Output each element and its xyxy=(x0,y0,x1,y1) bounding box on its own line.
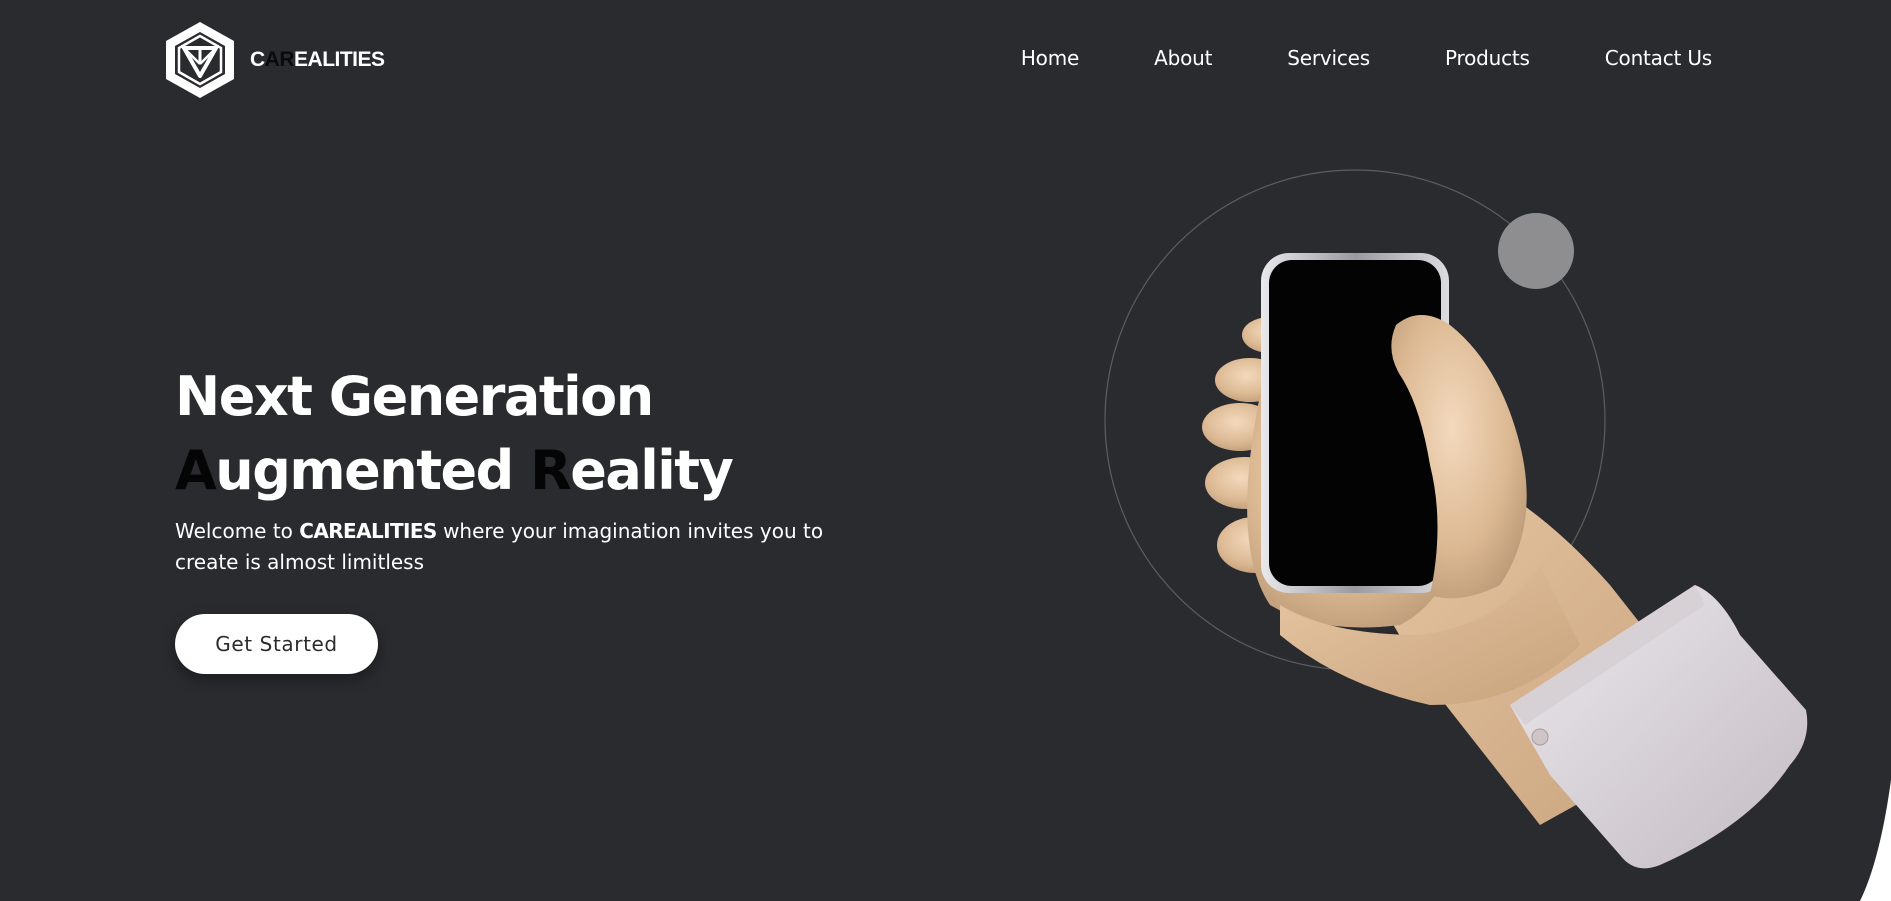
hexagon-triangle-logo-icon xyxy=(166,22,234,98)
headline-word-ugmented: ugmented xyxy=(215,439,531,502)
subtitle-brand: CAREALITIES xyxy=(299,519,437,543)
decorative-dot xyxy=(1498,213,1574,289)
hero-headline: Next Generation Augmented Reality xyxy=(175,360,875,508)
main-nav: Home About Services Products Contact Us xyxy=(1021,46,1712,70)
hero-subtitle: Welcome to CAREALITIES where your imagin… xyxy=(175,516,825,578)
headline-accent-letter-a: A xyxy=(175,439,217,502)
get-started-button[interactable]: Get Started xyxy=(175,614,378,674)
brand-name-part-2: AR xyxy=(264,48,295,71)
nav-about[interactable]: About xyxy=(1154,46,1212,70)
brand-logo[interactable]: CAREALITIES xyxy=(162,20,385,100)
brand-name-part-1: C xyxy=(250,48,265,71)
cuff-button xyxy=(1531,728,1549,746)
hero-section: Next Generation Augmented Reality Welcom… xyxy=(175,360,875,674)
subtitle-prefix: Welcome to xyxy=(175,519,300,543)
headline-word-eality: eality xyxy=(570,439,734,502)
nav-contact-us[interactable]: Contact Us xyxy=(1605,46,1712,70)
brand-name: CAREALITIES xyxy=(250,48,385,72)
nav-products[interactable]: Products xyxy=(1445,46,1530,70)
nav-services[interactable]: Services xyxy=(1287,46,1370,70)
phone-screen xyxy=(1269,260,1441,586)
headline-accent-letter-r: R xyxy=(530,439,572,502)
brand-name-part-3: EALITIES xyxy=(294,48,385,71)
nav-home[interactable]: Home xyxy=(1021,46,1079,70)
hand-holding-phone-illustration xyxy=(1104,169,1808,869)
headline-line-1: Next Generation xyxy=(175,365,654,428)
page: CAREALITIES Home About Services Products… xyxy=(0,0,1891,901)
